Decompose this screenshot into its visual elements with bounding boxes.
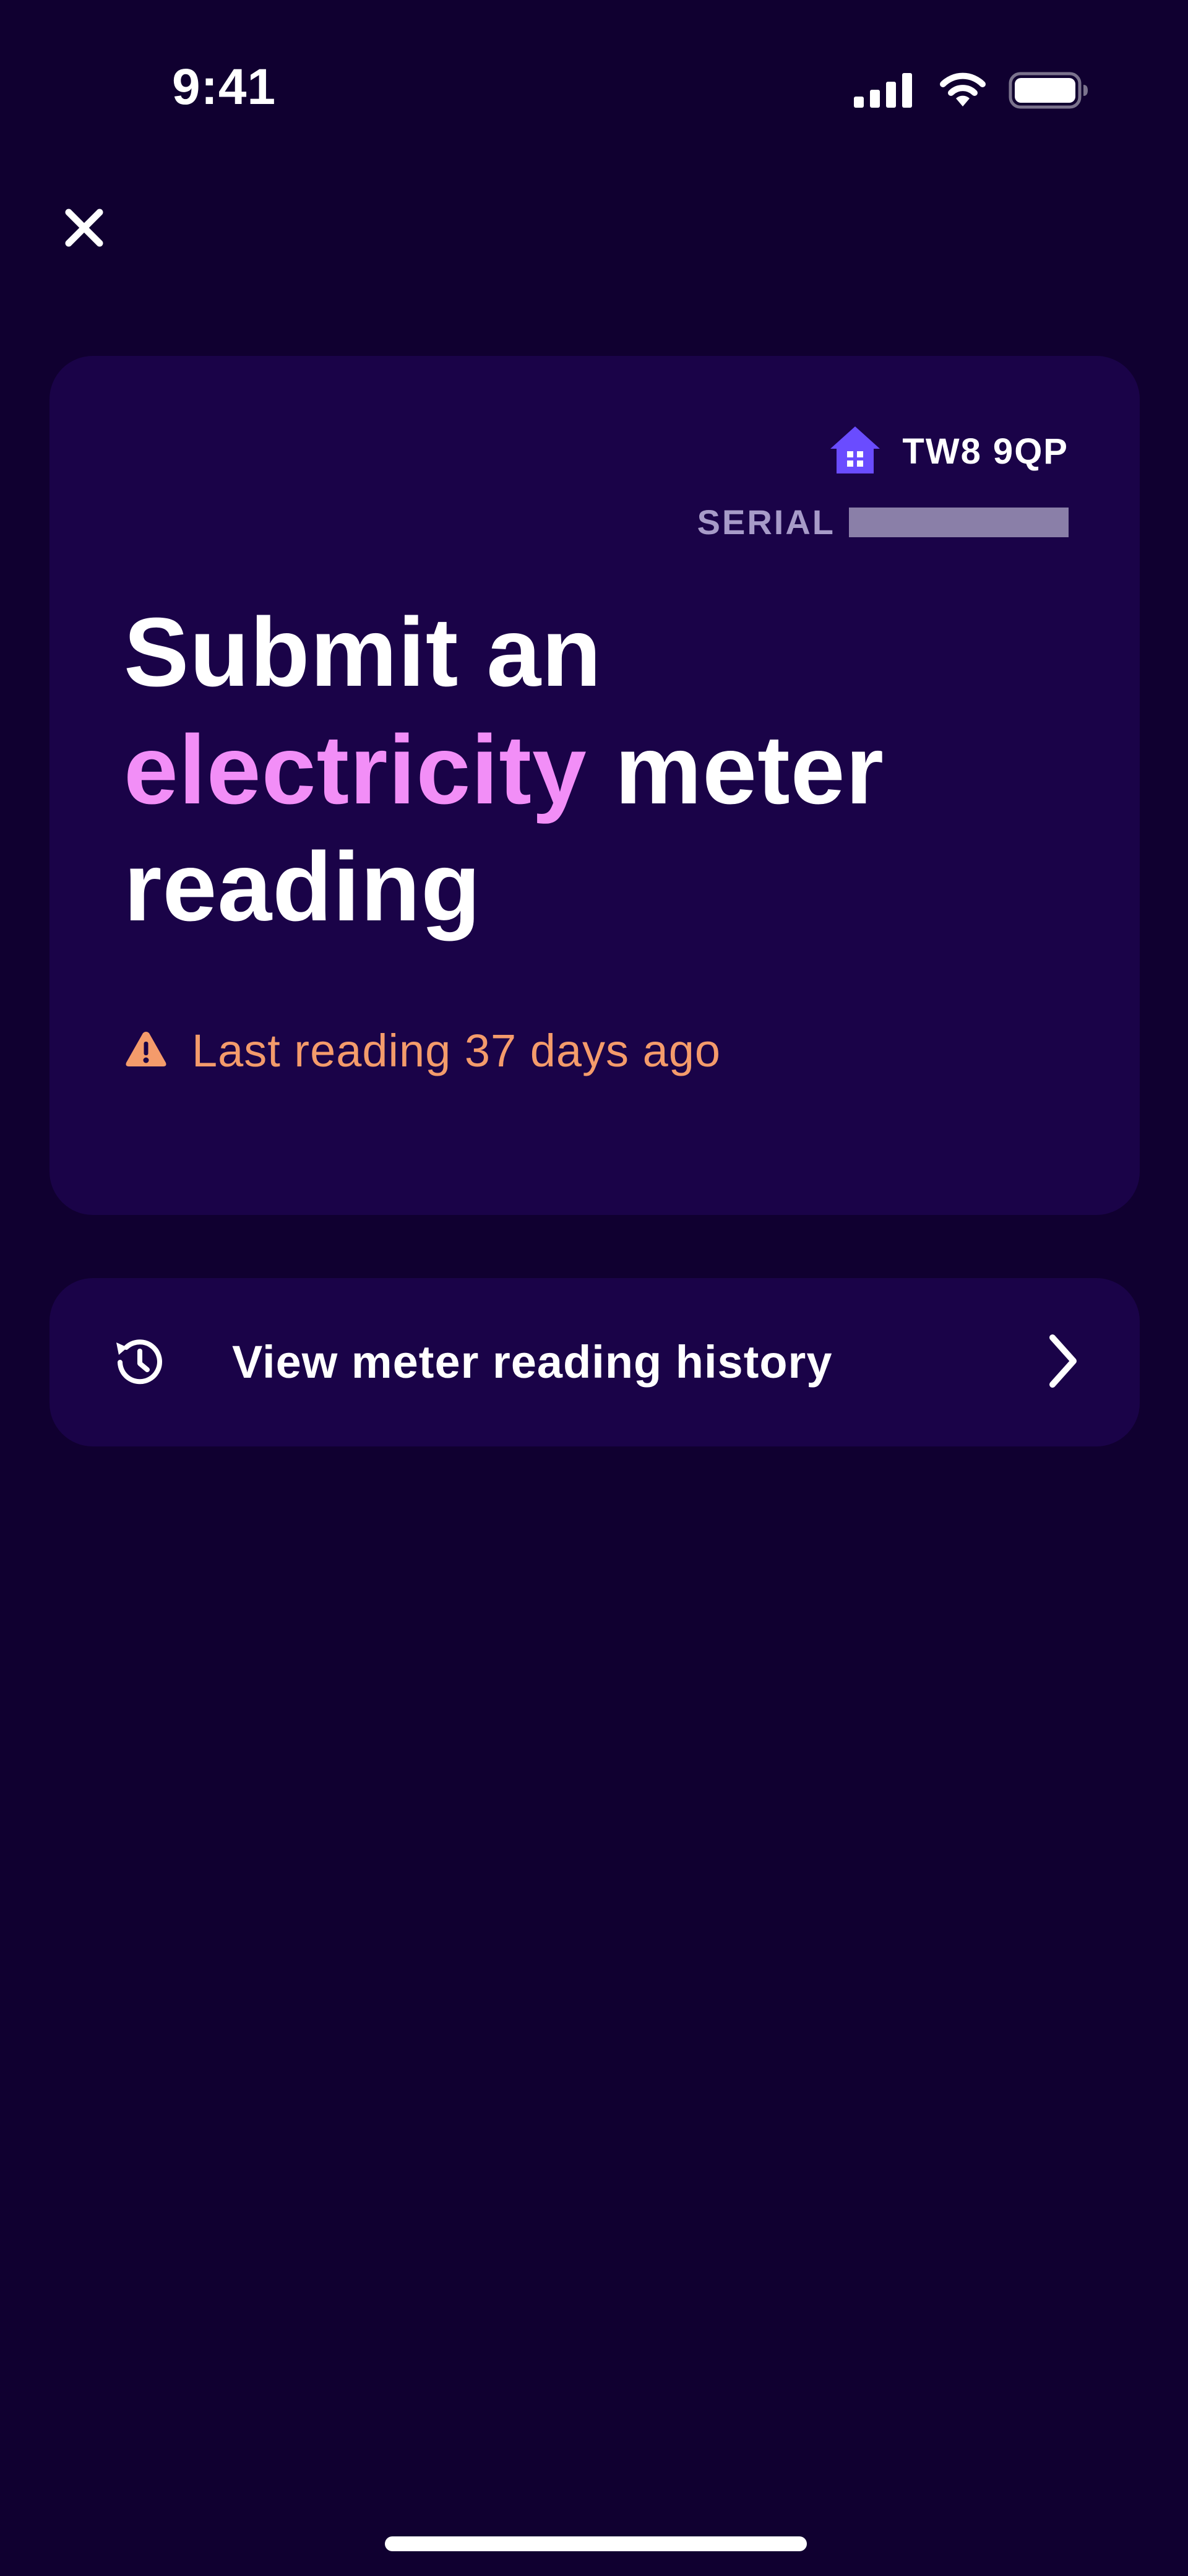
view-history-button[interactable]: View meter reading history: [50, 1278, 1140, 1446]
house-icon: [828, 424, 882, 479]
wifi-icon: [937, 69, 988, 111]
title-part1: Submit an: [124, 598, 602, 707]
warning-icon: [124, 1029, 168, 1072]
warning-row: Last reading 37 days ago: [124, 1024, 721, 1077]
serial-value-redacted: [849, 507, 1069, 537]
serial-label: SERIAL: [697, 503, 835, 542]
close-icon: [64, 207, 105, 251]
meter-card: TW8 9QP SERIAL Submit an electricity met…: [50, 356, 1140, 1215]
close-button[interactable]: [59, 204, 109, 254]
history-icon: [110, 1334, 167, 1394]
page-title: Submit an electricity meter reading: [124, 594, 1089, 946]
status-bar: 9:41: [0, 0, 1188, 186]
location-row: TW8 9QP: [828, 424, 1069, 479]
status-time: 9:41: [172, 59, 277, 115]
postcode: TW8 9QP: [902, 431, 1069, 472]
meter-reading-screen: 9:41 TW8 9QP SERIAL Submit an electricit…: [0, 0, 1188, 2576]
home-indicator[interactable]: [385, 2536, 807, 2551]
signal-icon: [854, 73, 915, 111]
battery-icon: [1009, 72, 1089, 112]
history-label: View meter reading history: [232, 1336, 833, 1388]
warning-text: Last reading 37 days ago: [192, 1025, 721, 1076]
serial-row: SERIAL: [697, 502, 1069, 542]
title-highlight: electricity: [124, 715, 587, 824]
chevron-right-icon: [1044, 1331, 1081, 1394]
